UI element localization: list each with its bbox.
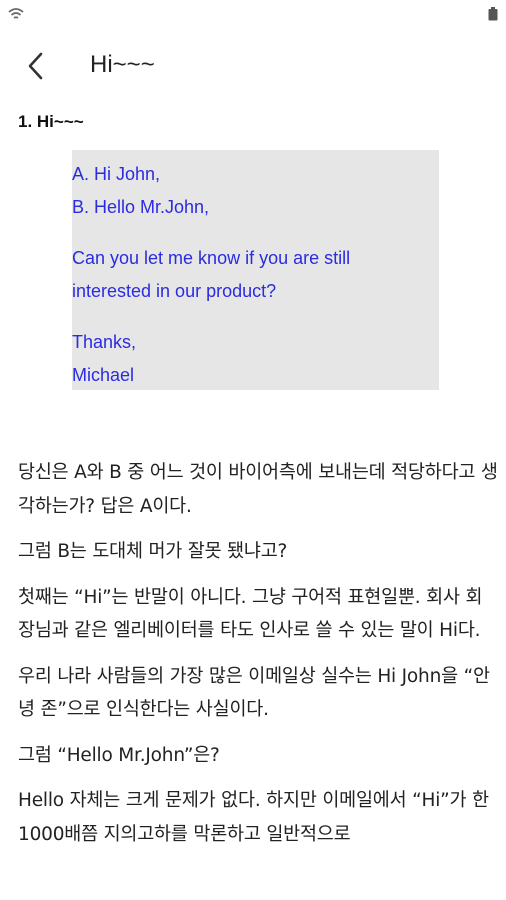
email-sign-line-1: Thanks, <box>72 332 137 352</box>
email-line-a: A. Hi John, <box>72 164 161 184</box>
paragraph: Hello 자체는 크게 문제가 없다. 하지만 이메일에서 “Hi”가 한 1… <box>18 790 489 845</box>
app-bar: Hi~~~ <box>0 36 506 96</box>
paragraph: 당신은 A와 B 중 어느 것이 바이어측에 보내는데 적당하다고 생각하는가?… <box>18 462 498 517</box>
battery-icon <box>488 7 498 21</box>
email-line-b: B. Hello Mr.John, <box>72 197 210 217</box>
wifi-icon <box>8 8 24 19</box>
email-sign-line-2: Michael <box>72 365 135 385</box>
article-content: 1. Hi~~~ A. Hi John, B. Hello Mr.John, C… <box>18 112 498 845</box>
paragraph: 우리 나라 사람들의 가장 많은 이메일상 실수는 Hi John을 “안녕 존… <box>18 665 490 721</box>
paragraph: 그럼 “Hello Mr.John”은? <box>18 744 220 766</box>
email-body-line-1: Can you let me know if you are still <box>72 248 351 268</box>
chevron-left-icon <box>28 52 43 80</box>
section-heading: 1. Hi~~~ <box>18 112 84 131</box>
email-body-line-2: interested in our product? <box>72 281 277 301</box>
article-body: 당신은 A와 B 중 어느 것이 바이어측에 보내는데 적당하다고 생각하는가?… <box>18 456 498 863</box>
paragraph: 첫째는 “Hi”는 반말이 아니다. 그냥 구어적 표현일뿐. 회사 회장님과 … <box>18 586 483 642</box>
email-example-box: A. Hi John, B. Hello Mr.John, Can you le… <box>72 150 439 390</box>
paragraph: 그럼 B는 도대체 머가 잘못 됐냐고? <box>18 541 288 562</box>
page-title: Hi~~~ <box>90 51 155 78</box>
status-bar <box>0 0 506 28</box>
back-button[interactable] <box>18 48 54 84</box>
